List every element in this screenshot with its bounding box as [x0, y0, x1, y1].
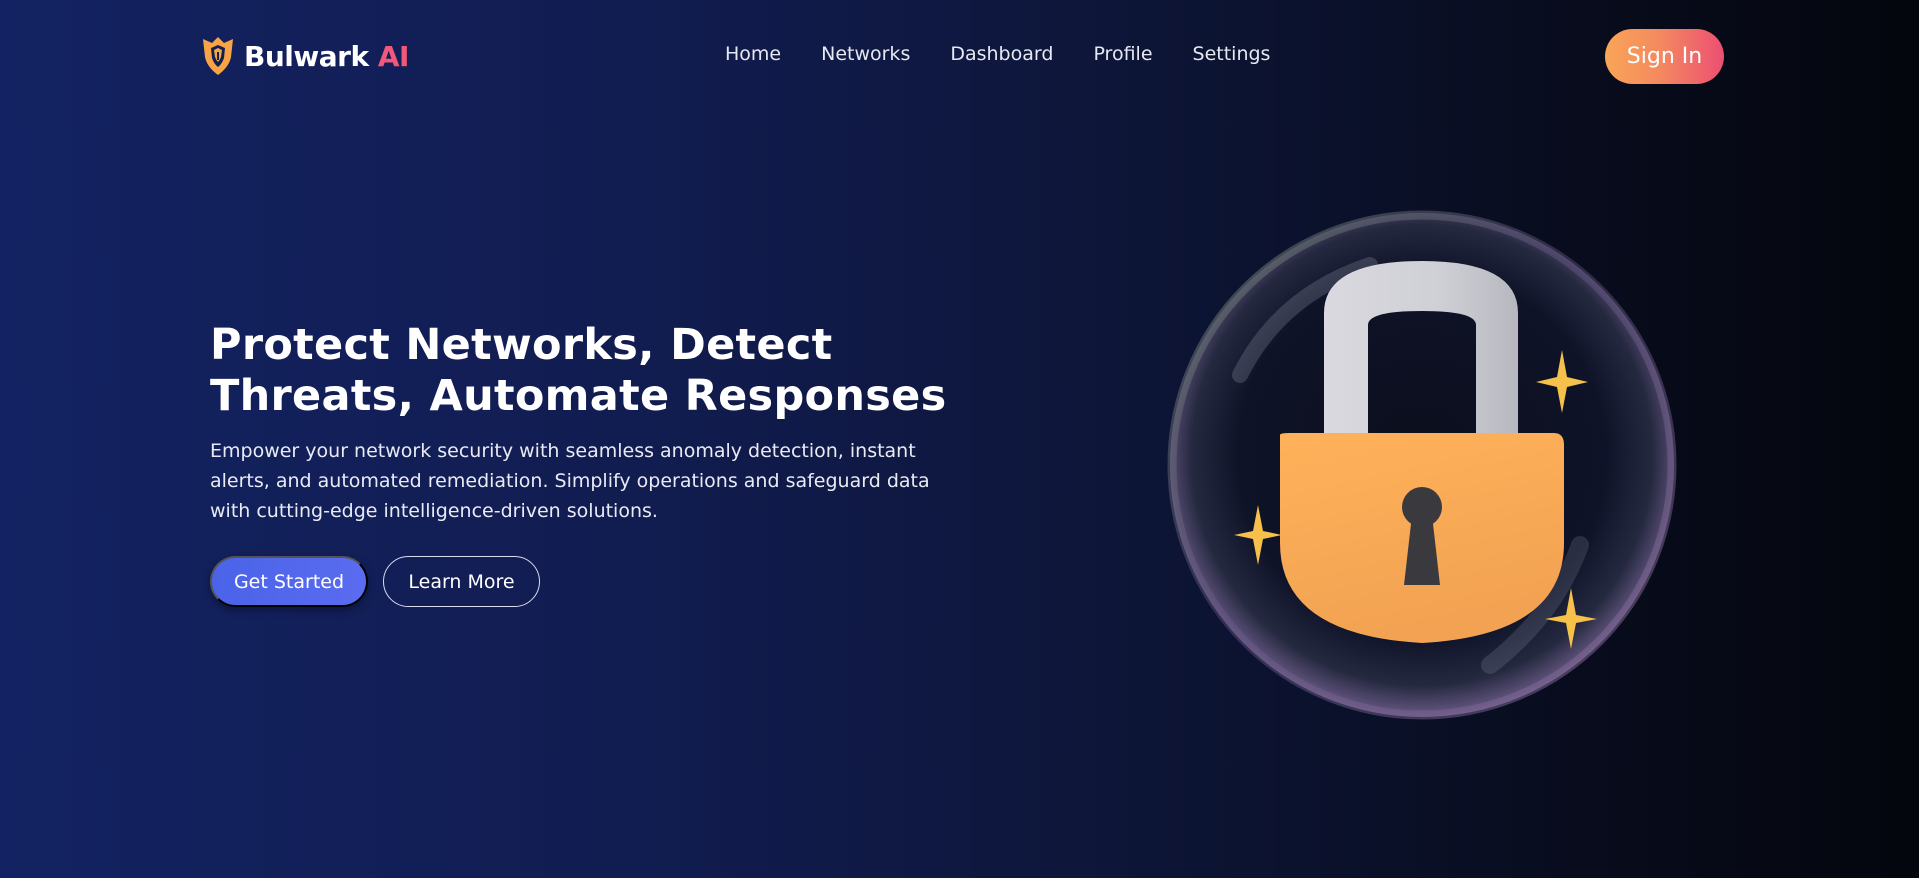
nav-link-networks[interactable]: Networks	[821, 43, 910, 65]
hero-section: Protect Networks, Detect Threats, Automa…	[210, 320, 970, 526]
brand-suffix: AI	[377, 39, 410, 73]
brand-name: Bulwark AI	[244, 39, 410, 73]
sign-in-button[interactable]: Sign In	[1605, 29, 1724, 84]
nav-link-profile[interactable]: Profile	[1093, 43, 1152, 65]
nav-link-settings[interactable]: Settings	[1193, 43, 1271, 65]
hero-headline-line1: Protect Networks, Detect	[210, 320, 833, 370]
hero-description: Empower your network security with seaml…	[210, 440, 930, 522]
hero-headline-line2: Threats, Automate Responses	[210, 371, 947, 421]
hero-headline: Protect Networks, Detect Threats, Automa…	[210, 320, 970, 422]
brand-logo[interactable]: Bulwark AI	[200, 35, 409, 77]
learn-more-button[interactable]: Learn More	[383, 556, 540, 607]
get-started-button[interactable]: Get Started	[210, 556, 368, 607]
main-nav: Home Networks Dashboard Profile Settings	[725, 43, 1270, 65]
shield-icon	[203, 37, 233, 75]
nav-link-dashboard[interactable]: Dashboard	[950, 43, 1053, 65]
nav-link-home[interactable]: Home	[725, 43, 781, 65]
top-navbar: Bulwark AI Home Networks Dashboard Profi…	[0, 0, 1919, 112]
lock-illustration	[1160, 205, 1680, 725]
